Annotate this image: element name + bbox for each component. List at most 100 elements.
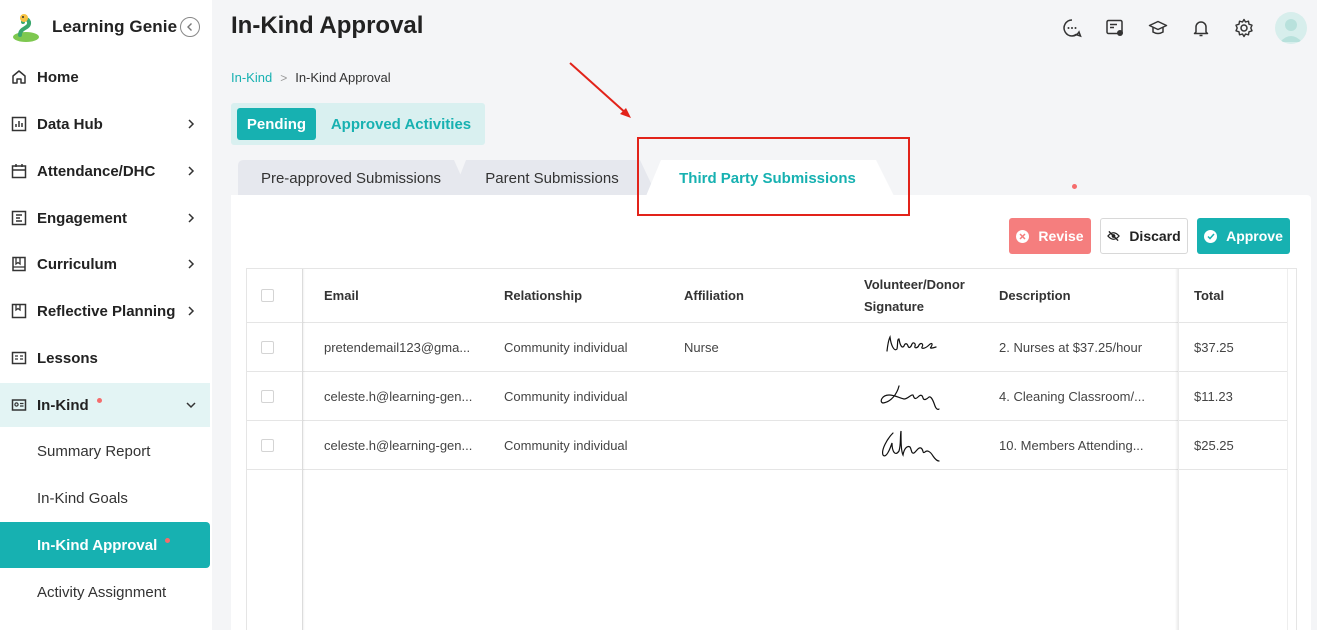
cell-description: 10. Members Attending... [999,437,1144,453]
sidebar-subitem-label: In-Kind Approval [37,536,158,554]
fixed-column-shadow [1175,269,1178,630]
signature-image [882,430,940,462]
row-checkbox[interactable] [261,389,274,403]
cell-affiliation [684,372,854,420]
table-row[interactable]: pretendemail123@gma... Community individ… [247,323,1296,372]
signature-image [886,334,937,352]
sidebar-item-label: Lessons [37,349,98,367]
cell-signature[interactable] [877,421,977,469]
chevron-right-icon [188,306,195,316]
tab-parent-submissions[interactable]: Parent Submissions [452,160,805,196]
cell-email: celeste.h@learning-gen... [324,388,473,404]
calendar-icon [10,162,28,180]
revise-label: Revise [1038,228,1084,244]
discard-button[interactable]: Discard [1100,218,1188,254]
sidebar-item-label: In-Kind [37,396,89,414]
sidebar-item-lessons[interactable]: Lessons [0,336,210,380]
annotation-highlight-box [637,137,910,216]
column-header-total[interactable]: Total [1194,269,1274,322]
fixed-column-shadow [302,269,305,630]
sidebar-item-label: Home [37,68,79,86]
avatar[interactable] [1275,12,1307,44]
engagement-icon [10,209,28,227]
table-row[interactable]: celeste.h@learning-gen... Community indi… [247,372,1296,421]
sidebar: Learning Genie Home Data Hub Attendance/… [0,0,212,630]
sidebar-subitem-label: Activity Assignment [37,583,167,601]
table-header: Email Relationship Affiliation Volunteer… [247,269,1296,323]
status-segment-control: Pending Approved Activities [231,103,485,145]
cell-relationship: Community individual [504,339,628,355]
table-row[interactable]: celeste.h@learning-gen... Community indi… [247,421,1296,470]
app-name: Learning Genie [52,17,178,36]
bell-icon[interactable] [1190,17,1212,39]
sidebar-item-data-hub[interactable]: Data Hub [0,102,210,146]
chevron-right-icon [188,166,195,176]
pending-toggle[interactable]: Pending [237,108,316,140]
sidebar-subitem-summary-report[interactable]: Summary Report [0,428,210,474]
sidebar-item-reflective-planning[interactable]: Reflective Planning [0,289,210,333]
annotation-arrow-icon [569,62,631,118]
sidebar-item-curriculum[interactable]: Curriculum [0,242,210,286]
approved-activities-toggle[interactable]: Approved Activities [326,108,476,140]
sidebar-subitem-in-kind-goals[interactable]: In-Kind Goals [0,475,210,521]
column-header-signature-line1: Volunteer/Donor [864,276,965,292]
chat-icon[interactable] [1061,17,1083,39]
close-circle-icon [1016,229,1030,243]
sidebar-item-engagement[interactable]: Engagement [0,196,210,240]
column-header-email[interactable]: Email [324,269,494,322]
chevron-down-icon [186,402,196,409]
signature-image [880,385,940,410]
select-all-cell [261,269,281,322]
learning-genie-logo [13,14,39,42]
sidebar-subitem-in-kind-approval[interactable]: In-Kind Approval [0,522,210,568]
column-header-affiliation[interactable]: Affiliation [684,269,854,322]
row-checkbox[interactable] [261,340,274,354]
cell-email: celeste.h@learning-gen... [324,437,473,453]
row-checkbox[interactable] [261,438,274,452]
sidebar-item-label: Engagement [37,209,128,227]
sidebar-item-attendance[interactable]: Attendance/DHC [0,149,210,193]
graduation-cap-icon[interactable] [1147,17,1169,39]
eye-off-icon [1107,230,1121,243]
notification-dot [165,537,171,543]
breadcrumb-link-in-kind[interactable]: In-Kind [231,70,272,85]
tab-preapproved-submissions[interactable]: Pre-approved Submissions [232,160,470,196]
row-select-cell [261,372,281,420]
sidebar-item-home[interactable]: Home [0,55,210,99]
breadcrumb-separator: > [280,70,288,85]
cell-relationship: Community individual [504,388,628,404]
home-icon [10,68,28,86]
book-icon [10,255,28,273]
sidebar-item-in-kind[interactable]: In-Kind [0,383,210,427]
chevron-right-icon [188,213,195,223]
brand[interactable]: Learning Genie [10,10,177,44]
collapse-sidebar-button[interactable] [180,17,200,37]
cell-affiliation: Nurse [684,339,719,355]
cell-total: $11.23 [1194,388,1233,404]
column-header-relationship[interactable]: Relationship [504,269,674,322]
cell-total: $37.25 [1194,339,1234,355]
cell-description: 4. Cleaning Classroom/... [999,388,1145,404]
check-circle-icon [1204,229,1218,243]
header-actions [1040,12,1307,44]
tab-label: Pre-approved Submissions [260,169,442,187]
column-header-description[interactable]: Description [999,269,1169,322]
column-header-signature[interactable]: Volunteer/Donor Signature [864,269,989,322]
tab-label: Parent Submissions [485,169,619,187]
sidebar-item-label: Curriculum [37,255,118,273]
sidebar-subitem-activity-assignment[interactable]: Activity Assignment [0,569,210,615]
breadcrumb: In-Kind > In-Kind Approval [231,70,391,85]
assessment-icon[interactable] [1104,17,1126,39]
row-select-cell [261,323,281,371]
cell-signature[interactable] [877,372,977,420]
lessons-icon [10,349,28,367]
cell-relationship: Community individual [504,437,628,453]
approve-button[interactable]: Approve [1197,218,1290,254]
cell-total: $25.25 [1194,437,1234,453]
gear-icon[interactable] [1233,17,1255,39]
planning-icon [10,302,28,320]
revise-button[interactable]: Revise [1009,218,1091,254]
cell-signature[interactable] [877,323,977,371]
inkind-icon [10,396,28,414]
select-all-checkbox[interactable] [261,289,274,302]
